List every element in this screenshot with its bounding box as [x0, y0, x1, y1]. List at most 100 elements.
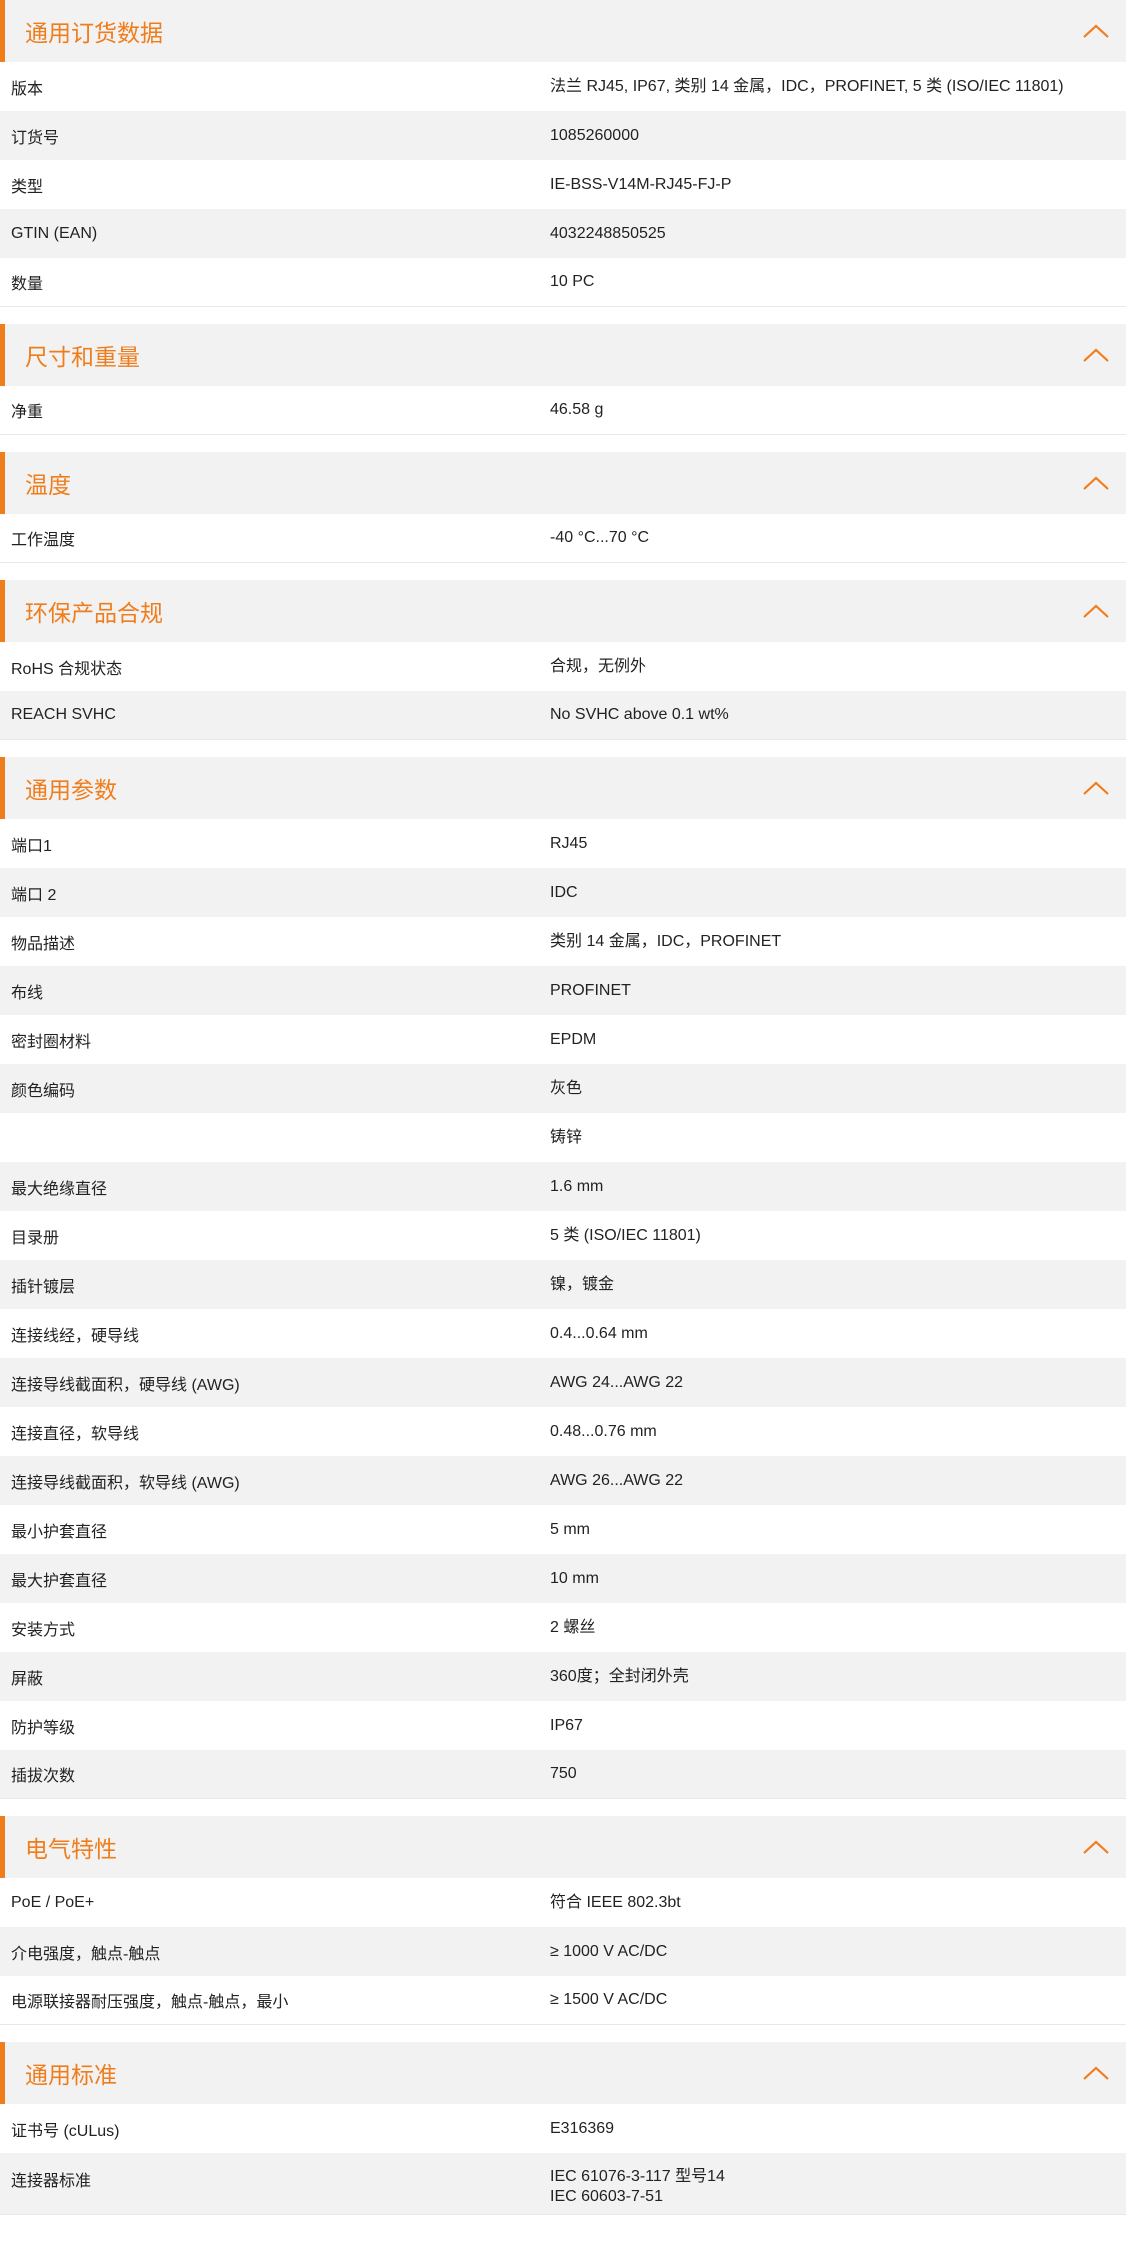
spec-value: 10 PC: [550, 273, 595, 290]
spec-row: GTIN (EAN) 4032248850525: [0, 209, 1126, 258]
spec-value: 1085260000: [550, 126, 639, 144]
section-title: 通用标准: [25, 2062, 117, 2088]
spec-label: 目录册: [11, 1229, 60, 1247]
spec-table: 版本 法兰 RJ45, IP67, 类别 14 金属，IDC，PROFINET, …: [0, 62, 1126, 307]
spec-label: 布线: [11, 984, 44, 1002]
spec-row: 净重 46.58 g: [0, 386, 1126, 435]
section-header[interactable]: 通用标准: [0, 2042, 1126, 2104]
spec-label: 密封圈材料: [11, 1033, 92, 1051]
spec-value: AWG 24...AWG 22: [550, 1373, 684, 1391]
spec-value: No SVHC above 0.1 wt%: [550, 706, 729, 723]
spec-section: 通用订货数据版本 法兰 RJ45, IP67, 类别 14 金属，IDC，PROF…: [0, 0, 1126, 307]
spec-row: 类型 IE-BSS-V14M-RJ45-FJ-P: [0, 160, 1126, 209]
chevron-up-icon[interactable]: [1082, 603, 1110, 619]
section-header[interactable]: 环保产品合规: [0, 580, 1126, 642]
section-title: 环保产品合规: [25, 600, 163, 626]
spec-label: 插针镀层: [11, 1278, 76, 1296]
spec-label: 连接器标准: [11, 2173, 92, 2190]
spec-value: 360度；全封闭外壳: [550, 1667, 689, 1685]
chevron-up-icon[interactable]: [1082, 23, 1110, 39]
spec-row: 布线 PROFINET: [0, 966, 1126, 1015]
spec-value: E316369: [550, 2119, 615, 2137]
spec-value: 法兰 RJ45, IP67, 类别 14 金属，IDC，PROFINET, 5 …: [550, 77, 1064, 95]
spec-row: 数量 10 PC: [0, 258, 1126, 307]
chevron-up-icon[interactable]: [1082, 780, 1110, 796]
spec-value: IP67: [550, 1716, 583, 1734]
spec-value: IDC: [550, 883, 578, 901]
chevron-up-icon[interactable]: [1082, 475, 1110, 491]
spec-label: GTIN (EAN): [11, 224, 98, 242]
spec-label: 电源联接器耐压强度，触点-触点，最小: [11, 1994, 289, 2011]
spec-row: 工作温度 -40 °C...70 °C: [0, 514, 1126, 563]
spec-label: 连接线经，硬导线: [11, 1327, 140, 1345]
spec-value: 灰色: [550, 1079, 583, 1097]
spec-value: 46.58 g: [550, 401, 604, 418]
spec-label: 物品描述: [11, 935, 76, 953]
chevron-up-icon[interactable]: [1082, 347, 1110, 363]
spec-row: 端口1 RJ45: [0, 819, 1126, 868]
spec-label: 订货号: [11, 129, 60, 147]
spec-value: RJ45: [550, 834, 588, 852]
spec-value: 10 mm: [550, 1569, 599, 1587]
chevron-up-icon[interactable]: [1082, 1839, 1110, 1855]
spec-row: 密封圈材料 EPDM: [0, 1015, 1126, 1064]
spec-table: 证书号 (cULus) E316369 连接器标准 IEC 61076-3-117 型…: [0, 2104, 1126, 2215]
spec-label: RoHS 合规状态: [11, 660, 123, 678]
spec-section: 电气特性 PoE / PoE+ 符合 IEEE 802.3bt 介电强度，触点-触点 ≥…: [0, 1816, 1126, 2025]
spec-row: 物品描述 类别 14 金属，IDC，PROFINET: [0, 917, 1126, 966]
spec-label: 最大护套直径: [11, 1572, 108, 1590]
spec-row: REACH SVHC No SVHC above 0.1 wt%: [0, 691, 1126, 740]
spec-label: PoE / PoE+: [11, 1893, 95, 1911]
spec-value: PROFINET: [550, 981, 631, 999]
spec-section: 环保产品合规 RoHS 合规状态 合规，无例外 REACH SVHC No SVHC a…: [0, 580, 1126, 740]
spec-value: 符合 IEEE 802.3bt: [550, 1893, 681, 1911]
spec-value: 750: [550, 1765, 577, 1782]
spec-label: 插拔次数: [11, 1768, 76, 1785]
spec-section: 尺寸和重量净重 46.58 g: [0, 324, 1126, 435]
spec-label: 连接导线截面积，软导线 (AWG): [11, 1474, 240, 1492]
section-header[interactable]: 尺寸和重量: [0, 324, 1126, 386]
section-title: 通用参数: [25, 777, 117, 803]
section-header[interactable]: 通用参数: [0, 757, 1126, 819]
spec-label: 净重: [11, 404, 44, 421]
spec-value: 合规，无例外: [550, 657, 647, 675]
spec-label: 连接导线截面积，硬导线 (AWG): [11, 1376, 240, 1394]
section-header[interactable]: 电气特性: [0, 1816, 1126, 1878]
spec-row: 防护等级 IP67: [0, 1701, 1126, 1750]
spec-row: PoE / PoE+ 符合 IEEE 802.3bt: [0, 1878, 1126, 1927]
spec-section: 通用参数端口1 RJ45 端口 2 IDC 物品描述 类别 14 金属，IDC，PROFI…: [0, 757, 1126, 1799]
spec-value: 4032248850525: [550, 224, 666, 242]
section-title: 电气特性: [25, 1836, 117, 1862]
spec-value: 5 类 (ISO/IEC 11801): [550, 1226, 701, 1244]
spec-row: 铸锌: [0, 1113, 1126, 1162]
section-header[interactable]: 温度: [0, 452, 1126, 514]
spec-row: RoHS 合规状态 合规，无例外: [0, 642, 1126, 691]
spec-section: 通用标准证书号 (cULus) E316369 连接器标准 IEC 61076-3-1…: [0, 2042, 1126, 2215]
spec-label: 最小护套直径: [11, 1523, 108, 1541]
spec-row: 连接导线截面积，硬导线 (AWG) AWG 24...AWG 22: [0, 1358, 1126, 1407]
spec-label: 证书号 (cULus): [11, 2122, 120, 2140]
section-header[interactable]: 通用订货数据: [0, 0, 1126, 62]
spec-row: 版本 法兰 RJ45, IP67, 类别 14 金属，IDC，PROFINET, …: [0, 62, 1126, 111]
spec-row: 连接直径，软导线 0.48...0.76 mm: [0, 1407, 1126, 1456]
spec-label: 端口 2: [11, 886, 57, 904]
spec-table: 工作温度 -40 °C...70 °C: [0, 514, 1126, 563]
spec-label: 颜色编码: [11, 1082, 76, 1100]
spec-value: ≥ 1000 V AC/DC: [550, 1942, 668, 1960]
spec-row: 屏蔽 360度；全封闭外壳: [0, 1652, 1126, 1701]
spec-value: IEC 61076-3-117 型号14 IEC 60603-7-51: [550, 2168, 725, 2205]
spec-section: 温度 工作温度 -40 °C...70 °C: [0, 452, 1126, 563]
section-title: 尺寸和重量: [25, 344, 140, 370]
chevron-up-icon[interactable]: [1082, 2065, 1110, 2081]
spec-value: 0.4...0.64 mm: [550, 1324, 648, 1342]
spec-row: 安装方式 2 螺丝: [0, 1603, 1126, 1652]
spec-label: 最大绝缘直径: [11, 1180, 108, 1198]
spec-value: AWG 26...AWG 22: [550, 1471, 684, 1489]
spec-row: 电源联接器耐压强度，触点-触点，最小 ≥ 1500 V AC/DC: [0, 1976, 1126, 2025]
section-title: 通用订货数据: [25, 20, 163, 46]
spec-row: 颜色编码 灰色: [0, 1064, 1126, 1113]
spec-value: 1.6 mm: [550, 1177, 604, 1195]
spec-value: -40 °C...70 °C: [550, 529, 650, 546]
spec-label: 端口1: [11, 837, 52, 855]
spec-value: 0.48...0.76 mm: [550, 1422, 657, 1440]
